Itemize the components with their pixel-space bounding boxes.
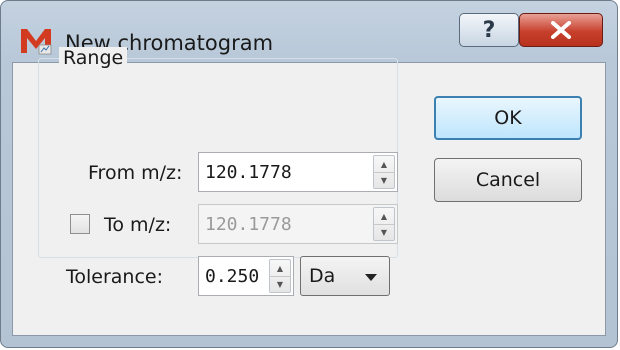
spin-down-icon[interactable]: ▼	[374, 224, 394, 240]
close-button[interactable]	[519, 13, 603, 47]
tolerance-label: Tolerance:	[66, 266, 164, 288]
from-mz-value[interactable]: 120.1778	[205, 162, 292, 183]
cancel-button-label: Cancel	[475, 169, 541, 191]
close-icon	[551, 21, 571, 39]
tolerance-value[interactable]: 0.250	[205, 266, 259, 287]
chevron-down-icon	[365, 274, 377, 281]
range-group-title: Range	[59, 47, 128, 69]
to-mz-stepper[interactable]: ▲ ▼	[373, 207, 395, 241]
from-mz-spinbox[interactable]: 120.1778 ▲ ▼	[198, 152, 398, 192]
spin-up-icon[interactable]: ▲	[374, 156, 394, 173]
from-mz-label: From m/z:	[88, 162, 183, 184]
spin-up-icon[interactable]: ▲	[270, 260, 290, 277]
tolerance-unit-value: Da	[309, 265, 336, 287]
to-mz-label[interactable]: To m/z:	[104, 214, 171, 236]
to-mz-spinbox[interactable]: 120.1778 ▲ ▼	[198, 204, 398, 244]
ok-button-label: OK	[494, 107, 522, 129]
to-mz-checkbox[interactable]	[70, 214, 90, 234]
cancel-button[interactable]: Cancel	[434, 158, 582, 202]
from-mz-stepper[interactable]: ▲ ▼	[373, 155, 395, 189]
help-icon: ?	[482, 17, 496, 43]
tolerance-spinbox[interactable]: 0.250 ▲ ▼	[198, 256, 294, 296]
help-button[interactable]: ?	[459, 13, 519, 47]
tolerance-unit-select[interactable]: Da	[300, 256, 390, 296]
ok-button[interactable]: OK	[434, 96, 582, 140]
app-logo-icon	[21, 29, 52, 55]
to-mz-value[interactable]: 120.1778	[205, 214, 292, 235]
spin-up-icon[interactable]: ▲	[374, 208, 394, 225]
spin-down-icon[interactable]: ▼	[374, 172, 394, 188]
tolerance-stepper[interactable]: ▲ ▼	[269, 259, 291, 293]
spin-down-icon[interactable]: ▼	[270, 276, 290, 292]
